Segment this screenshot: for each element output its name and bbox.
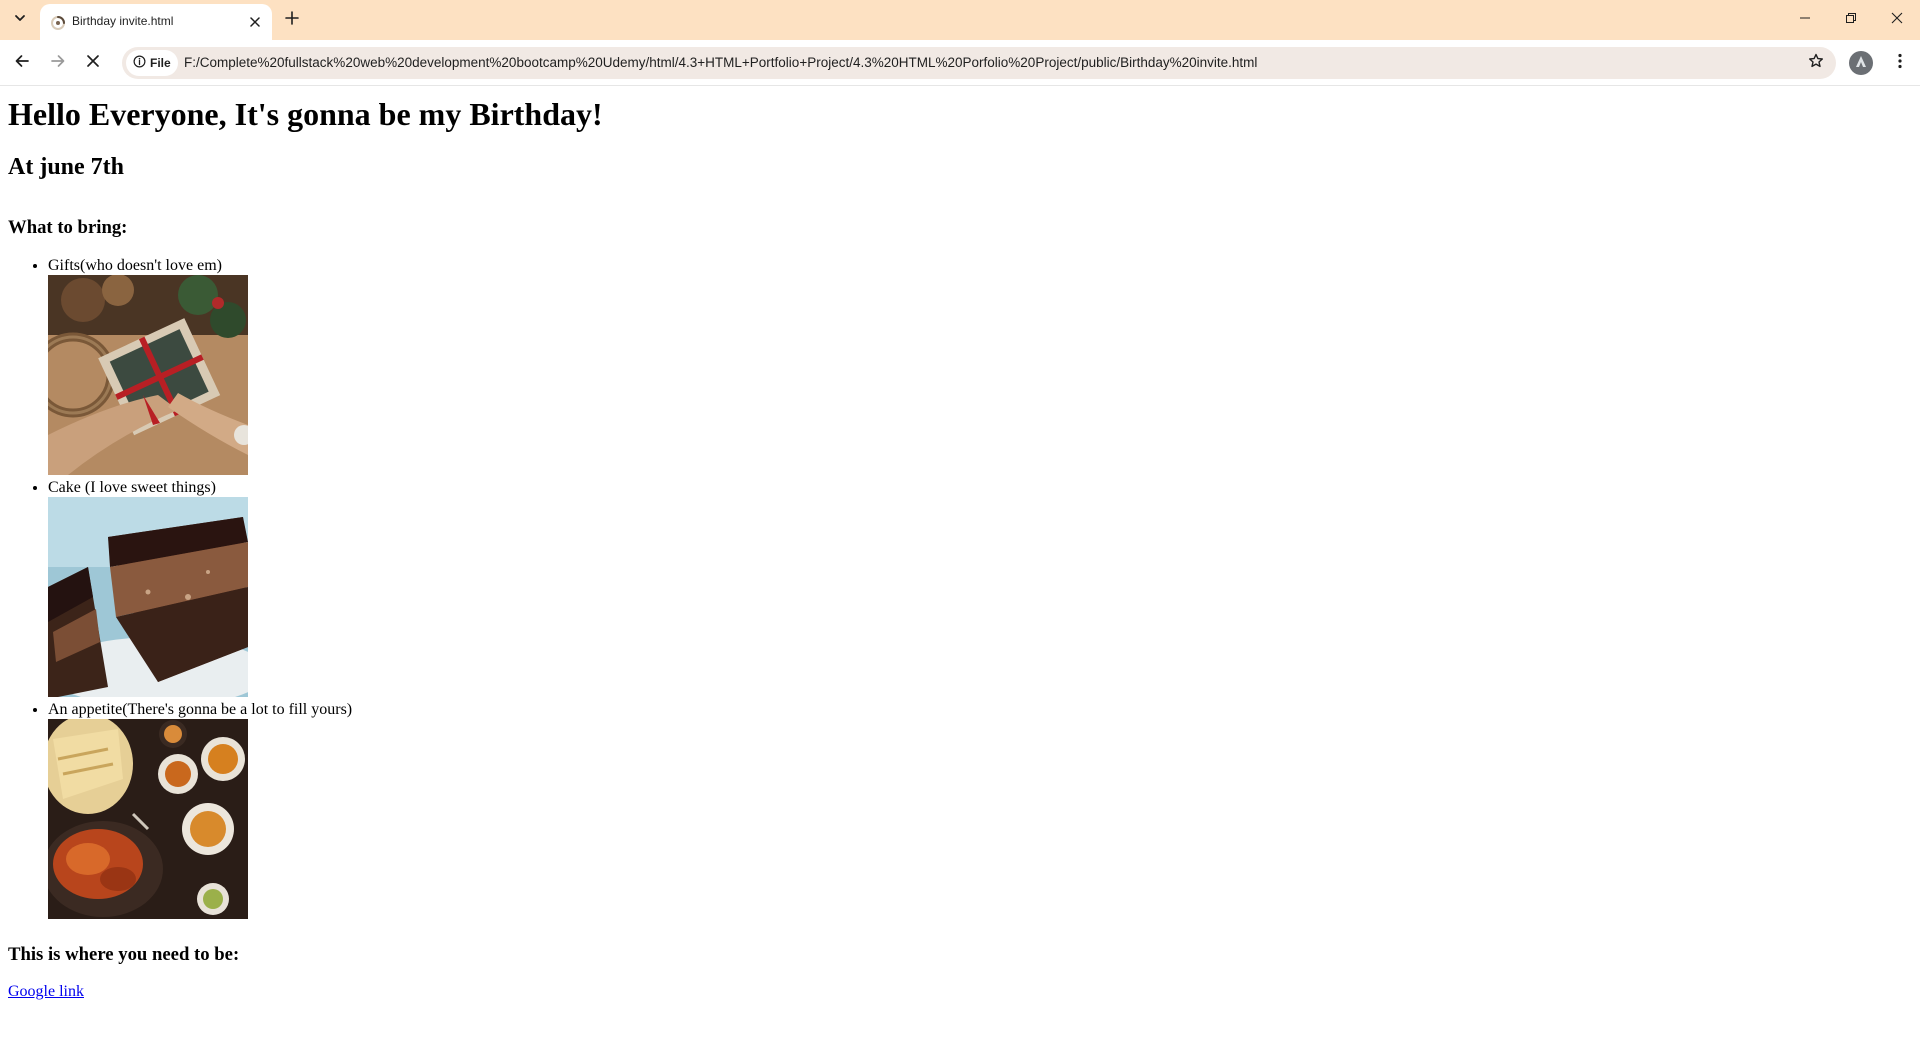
list-item-label: Cake (I love sweet things) <box>48 479 216 496</box>
forward-button[interactable] <box>42 47 74 79</box>
close-icon <box>1891 11 1903 29</box>
page-title: Hello Everyone, It's gonna be my Birthda… <box>8 96 603 132</box>
tab-strip: Birthday invite.html <box>0 0 1920 40</box>
back-button[interactable] <box>6 47 38 79</box>
navigation-toolbar: File F:/Complete%20fullstack%20web%20dev… <box>0 40 1920 86</box>
bring-heading: What to bring: <box>8 217 128 238</box>
close-window-button[interactable] <box>1874 0 1920 40</box>
new-tab-button[interactable] <box>280 8 304 32</box>
list-item-label: An appetite(There's gonna be a lot to fi… <box>48 701 353 718</box>
loading-spinner-icon <box>50 15 66 31</box>
site-info-chip[interactable]: File <box>126 50 178 76</box>
close-tab-button[interactable] <box>246 13 264 31</box>
stop-loading-button[interactable] <box>77 47 109 79</box>
avatar-icon <box>1853 53 1869 74</box>
page-viewport: Hello Everyone, It's gonna be my Birthda… <box>0 87 1920 1040</box>
food-spread-photo <box>48 719 248 919</box>
url-text[interactable]: F:/Complete%20fullstack%20web%20developm… <box>184 55 1257 70</box>
plus-icon <box>285 10 299 30</box>
minimize-icon <box>1799 11 1811 29</box>
browser-menu-button[interactable] <box>1884 47 1916 79</box>
google-maps-link[interactable]: Google link <box>8 983 84 1001</box>
active-tab[interactable]: Birthday invite.html <box>40 4 272 40</box>
restore-icon <box>1845 11 1857 29</box>
gift-wrapping-photo <box>48 275 248 475</box>
profile-button[interactable] <box>1849 51 1873 75</box>
address-bar[interactable]: File F:/Complete%20fullstack%20web%20dev… <box>122 47 1836 79</box>
bookmark-button[interactable] <box>1806 53 1826 73</box>
restore-button[interactable] <box>1828 0 1874 40</box>
chocolate-cake-photo <box>48 497 248 697</box>
minimize-button[interactable] <box>1782 0 1828 40</box>
info-icon <box>133 55 146 71</box>
list-item: Cake (I love sweet things) <box>48 479 408 697</box>
tab-search-button[interactable] <box>8 8 32 32</box>
more-vertical-icon <box>1898 53 1902 74</box>
star-icon <box>1808 53 1824 74</box>
location-heading: This is where you need to be: <box>8 944 240 965</box>
site-chip-label: File <box>150 56 171 70</box>
arrow-right-icon <box>50 53 66 74</box>
close-icon <box>86 54 100 73</box>
date-heading: At june 7th <box>8 154 125 180</box>
bring-list: Gifts(who doesn't love em) <box>8 257 408 923</box>
list-item: Gifts(who doesn't love em) <box>48 257 408 475</box>
list-item-label: Gifts(who doesn't love em) <box>48 257 222 274</box>
list-item: An appetite(There's gonna be a lot to fi… <box>48 701 408 919</box>
arrow-left-icon <box>14 53 30 74</box>
chevron-down-icon <box>14 11 26 29</box>
tab-title: Birthday invite.html <box>72 14 174 28</box>
